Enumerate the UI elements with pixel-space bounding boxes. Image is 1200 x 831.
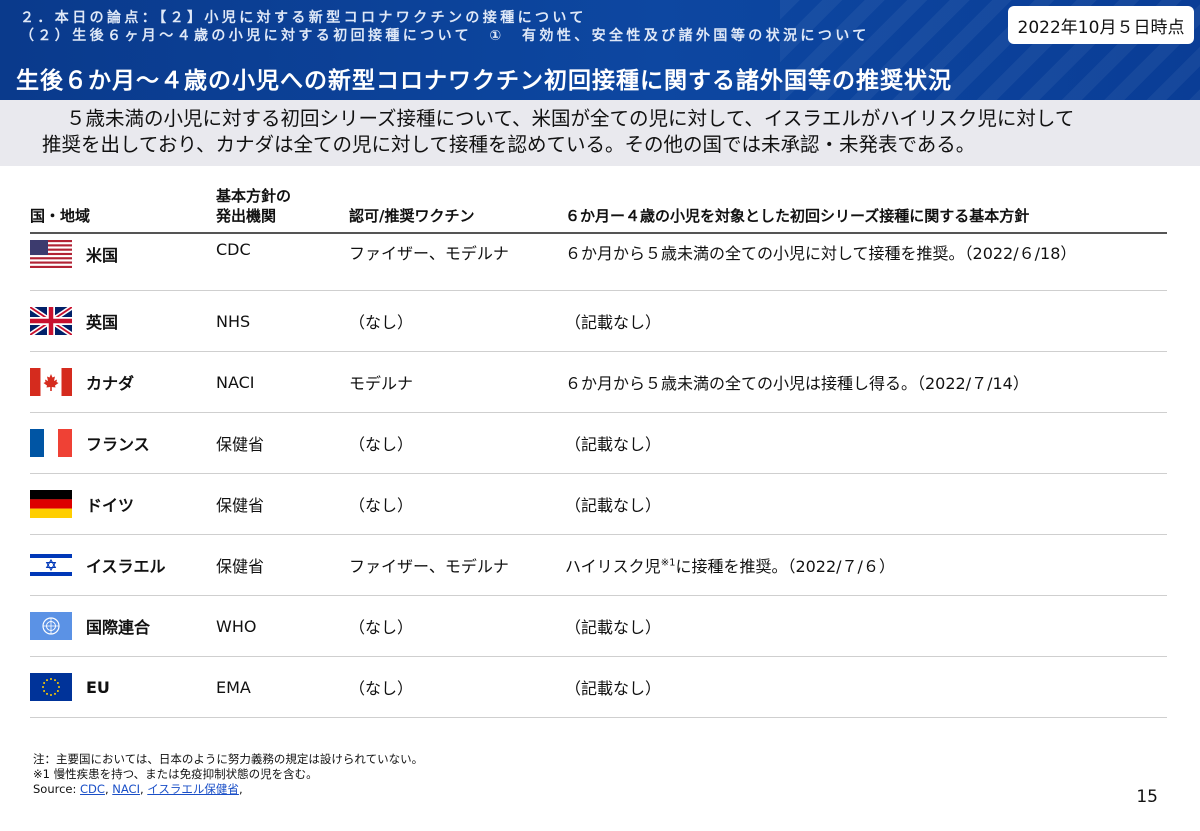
country-name: 国際連合 bbox=[86, 618, 151, 637]
policy-cell: （記載なし） bbox=[565, 595, 1167, 657]
policy-cell: ６か月から５歳未満の全ての小児は接種し得る。（2022/７/14） bbox=[565, 351, 1167, 413]
germany-flag-icon bbox=[30, 490, 72, 518]
table-row: 米国 CDC ファイザー、モデルナ ６か月から５歳未満の全ての小児に対して接種を… bbox=[30, 233, 1167, 291]
table-row: フランス 保健省 （なし） （記載なし） bbox=[30, 412, 1167, 474]
header-country: 国・地域 bbox=[30, 186, 216, 234]
page-number: 15 bbox=[1136, 787, 1158, 807]
table-row: カナダ NACI モデルナ ６か月から５歳未満の全ての小児は接種し得る。（202… bbox=[30, 351, 1167, 413]
table-row: EU EMA （なし） （記載なし） bbox=[30, 656, 1167, 718]
page-title: 生後６か月～４歳の小児への新型コロナワクチン初回接種に関する諸外国等の推奨状況 bbox=[16, 68, 952, 94]
header-policy: ６か月ー４歳の小児を対象とした初回シリーズ接種に関する基本方針 bbox=[565, 186, 1167, 234]
source-line: Source: CDC, NACI, イスラエル保健省, bbox=[33, 782, 243, 796]
table-row: 英国 NHS （なし） （記載なし） bbox=[30, 290, 1167, 352]
agency-cell: CDC bbox=[216, 233, 349, 291]
country-name: フランス bbox=[86, 435, 150, 454]
country-name: カナダ bbox=[86, 374, 135, 393]
un-flag-icon bbox=[30, 612, 72, 640]
date-badge: 2022年10月５日時点 bbox=[1008, 6, 1194, 44]
footnote-ref: ※1 bbox=[660, 557, 676, 569]
country-name: EU bbox=[86, 677, 110, 697]
canada-flag-icon bbox=[30, 368, 72, 396]
table-row: イスラエル 保健省 ファイザー、モデルナ ハイリスク児※1に接種を推奨。（202… bbox=[30, 534, 1167, 596]
uk-flag-icon bbox=[30, 307, 72, 335]
source-link-naci[interactable]: NACI bbox=[112, 782, 140, 796]
policy-cell: （記載なし） bbox=[565, 473, 1167, 535]
vaccine-cell: （なし） bbox=[349, 412, 565, 474]
footnote-note: 注：主要国においては、日本のように努力義務の規定は設けられていない。 bbox=[33, 752, 424, 766]
source-link-cdc[interactable]: CDC bbox=[80, 782, 105, 796]
vaccine-cell: ファイザー、モデルナ bbox=[349, 534, 565, 596]
header-agency: 基本方針の 発出機関 bbox=[216, 186, 349, 234]
breadcrumb-line-2: （２）生後６ヶ月～４歳の小児に対する初回接種について ① 有効性、安全性及び諸外… bbox=[20, 28, 870, 44]
summary-line-2: 推奨を出しており、カナダは全ての児に対して接種を認めている。その他の国では未承認… bbox=[42, 133, 976, 156]
france-flag-icon bbox=[30, 429, 72, 457]
policy-cell: ハイリスク児※1に接種を推奨。（2022/７/６） bbox=[565, 534, 1167, 596]
vaccine-cell: ファイザー、モデルナ bbox=[349, 233, 565, 291]
recommendation-table: 国・地域 基本方針の 発出機関 認可/推奨ワクチン ６か月ー４歳の小児を対象とした… bbox=[30, 186, 1167, 718]
agency-cell: 保健省 bbox=[216, 412, 349, 474]
breadcrumb-line-1: ２．本日の論点：【２】小児に対する新型コロナワクチンの接種について bbox=[20, 10, 587, 26]
table-header-row: 国・地域 基本方針の 発出機関 認可/推奨ワクチン ６か月ー４歳の小児を対象とした… bbox=[30, 186, 1167, 234]
eu-flag-icon bbox=[30, 673, 72, 701]
policy-cell: （記載なし） bbox=[565, 656, 1167, 718]
policy-cell: （記載なし） bbox=[565, 290, 1167, 352]
table-row: 国際連合 WHO （なし） （記載なし） bbox=[30, 595, 1167, 657]
agency-cell: WHO bbox=[216, 595, 349, 657]
summary-text: ５歳未満の小児に対する初回シリーズ接種について、米国が全ての児に対して、イスラエ… bbox=[42, 106, 1162, 158]
agency-cell: EMA bbox=[216, 656, 349, 718]
policy-cell: ６か月から５歳未満の全ての小児に対して接種を推奨。（2022/６/18） bbox=[565, 233, 1167, 291]
agency-cell: NHS bbox=[216, 290, 349, 352]
source-link-israel-moh[interactable]: イスラエル保健省 bbox=[147, 782, 239, 796]
agency-cell: 保健省 bbox=[216, 473, 349, 535]
vaccine-cell: モデルナ bbox=[349, 351, 565, 413]
us-flag-icon bbox=[30, 240, 72, 268]
table-row: ドイツ 保健省 （なし） （記載なし） bbox=[30, 473, 1167, 535]
country-name: イスラエル bbox=[86, 557, 166, 576]
policy-cell: （記載なし） bbox=[565, 412, 1167, 474]
vaccine-cell: （なし） bbox=[349, 473, 565, 535]
israel-flag-icon bbox=[30, 551, 72, 579]
vaccine-cell: （なし） bbox=[349, 595, 565, 657]
slide-header: ２．本日の論点：【２】小児に対する新型コロナワクチンの接種について （２）生後６… bbox=[0, 0, 1200, 100]
header-vaccine: 認可/推奨ワクチン bbox=[349, 186, 565, 234]
country-name: 英国 bbox=[86, 313, 119, 332]
agency-cell: 保健省 bbox=[216, 534, 349, 596]
summary-line-1: ５歳未満の小児に対する初回シリーズ接種について、米国が全ての児に対して、イスラエ… bbox=[66, 107, 1075, 130]
vaccine-cell: （なし） bbox=[349, 656, 565, 718]
summary-box: ５歳未満の小児に対する初回シリーズ接種について、米国が全ての児に対して、イスラエ… bbox=[0, 100, 1200, 166]
agency-cell: NACI bbox=[216, 351, 349, 413]
footnote-1: ※1 慢性疾患を持つ、または免疫抑制状態の児を含む。 bbox=[33, 767, 318, 781]
footnotes: 注：主要国においては、日本のように努力義務の規定は設けられていない。 ※1 慢性… bbox=[33, 752, 423, 797]
country-name: ドイツ bbox=[86, 496, 135, 515]
vaccine-cell: （なし） bbox=[349, 290, 565, 352]
country-name: 米国 bbox=[86, 246, 119, 265]
